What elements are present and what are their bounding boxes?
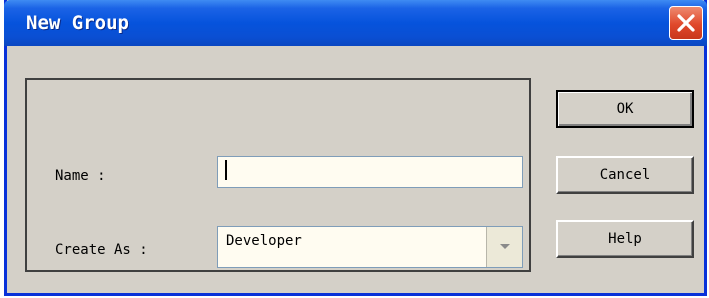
create-as-dropdown-button[interactable] [486,227,522,267]
chevron-down-icon [500,244,510,249]
name-label: Name : [55,168,106,184]
new-group-dialog: New Group Name : Create As : Developer O… [4,0,707,296]
create-as-label: Create As : [55,242,148,258]
text-caret [225,160,227,180]
title-bar[interactable]: New Group [4,0,707,46]
name-input[interactable] [217,156,523,188]
dialog-body: Name : Create As : Developer OK Cancel H… [7,46,704,293]
close-icon [677,14,695,32]
cancel-button[interactable]: Cancel [556,156,694,194]
form-group-box: Name : Create As : Developer [25,78,531,272]
create-as-selected-value: Developer [226,233,302,249]
help-button[interactable]: Help [556,220,694,258]
window-title: New Group [26,12,129,34]
create-as-select[interactable]: Developer [217,226,523,268]
ok-button[interactable]: OK [556,90,694,128]
close-button[interactable] [669,6,703,40]
